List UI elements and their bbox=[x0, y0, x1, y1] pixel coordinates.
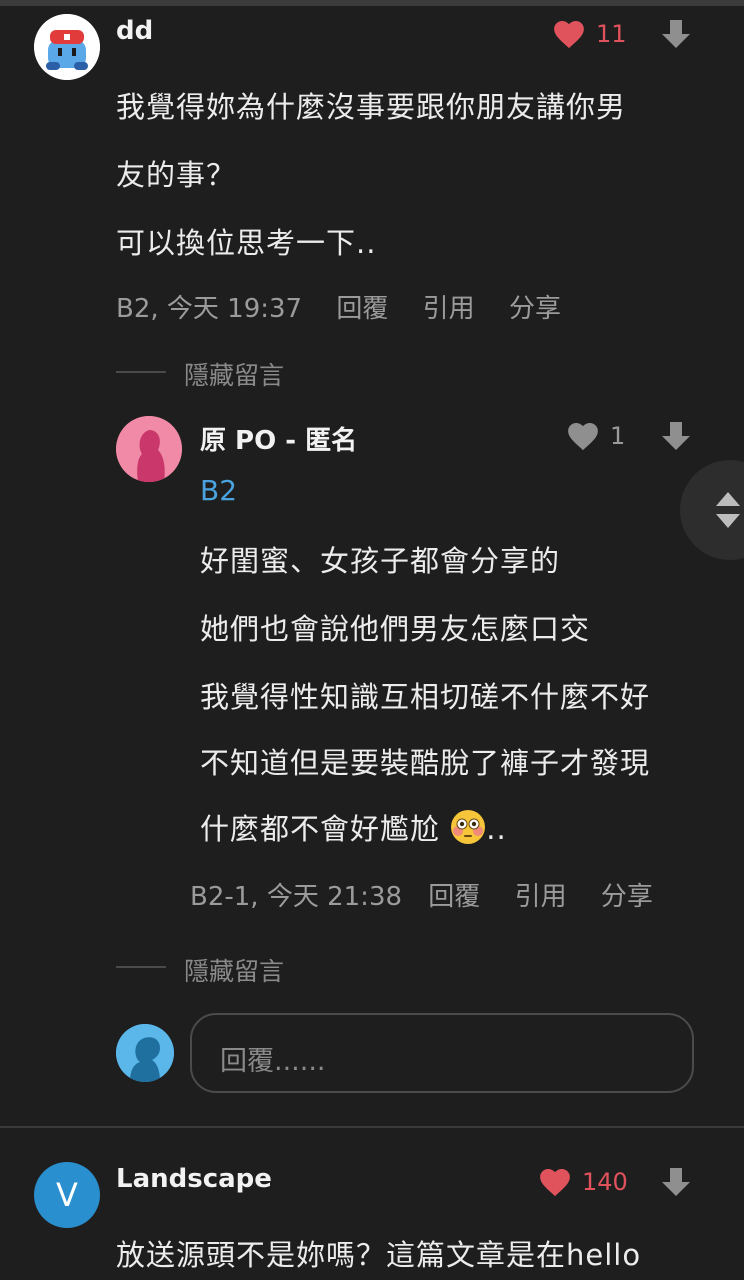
heart-icon bbox=[540, 1168, 570, 1197]
username[interactable]: 原 PO - 匿名 bbox=[200, 420, 357, 457]
like-count: 11 bbox=[596, 20, 627, 48]
scroll-arrows-icon bbox=[716, 492, 740, 528]
quote-link[interactable]: 引用 bbox=[423, 294, 475, 324]
reply-line-ellipsis: .. bbox=[486, 812, 507, 846]
reply-input[interactable]: 回覆...... bbox=[190, 1013, 694, 1093]
like-button[interactable]: 140 bbox=[538, 1166, 638, 1200]
reply-line-text: 什麼都不會好尷尬 bbox=[200, 812, 441, 846]
hidden-divider-line bbox=[116, 371, 166, 373]
avatar-dd[interactable] bbox=[34, 14, 100, 80]
top-bar bbox=[0, 0, 744, 6]
comment-line: 可以換位思考一下.. bbox=[116, 226, 377, 260]
reply-line: 好閨蜜、女孩子都會分享的 bbox=[200, 544, 561, 578]
heart-icon bbox=[568, 422, 598, 451]
comment-line: 放送源頭不是妳嗎？這篇文章是在hello bbox=[116, 1238, 642, 1272]
heart-icon bbox=[554, 20, 584, 49]
comment-line: 我覺得妳為什麼沒事要跟你朋友講你男 bbox=[116, 90, 627, 124]
floor-tag-link[interactable]: B2 bbox=[200, 474, 237, 507]
reply-placeholder: 回覆...... bbox=[220, 1046, 326, 1077]
username[interactable]: dd bbox=[116, 16, 153, 46]
quote-link[interactable]: 引用 bbox=[515, 882, 567, 912]
reply-line: 她們也會說他們男友怎麼口交 bbox=[200, 612, 591, 646]
like-count: 1 bbox=[610, 422, 626, 450]
username[interactable]: Landscape bbox=[116, 1164, 272, 1194]
share-link[interactable]: 分享 bbox=[509, 294, 561, 324]
avatar-landscape[interactable]: V bbox=[34, 1162, 100, 1228]
comment-line: 友的事？ bbox=[116, 158, 237, 192]
flushed-face-emoji bbox=[451, 810, 486, 844]
hide-comments-toggle[interactable]: 隱藏留言 bbox=[184, 952, 284, 988]
avatar-letter: V bbox=[56, 1176, 78, 1214]
reply-link[interactable]: 回覆 bbox=[428, 882, 480, 912]
hidden-divider-line bbox=[116, 966, 166, 968]
share-link[interactable]: 分享 bbox=[601, 882, 653, 912]
reply-line-last: 什麼都不會好尷尬 .. bbox=[200, 806, 507, 848]
scroll-toggle-button[interactable] bbox=[680, 460, 744, 560]
reply-meta: B2-1, 今天 21:38 回覆 引用 分享 bbox=[190, 876, 679, 913]
downvote-icon[interactable] bbox=[660, 420, 692, 452]
downvote-icon[interactable] bbox=[660, 1166, 692, 1198]
like-count: 140 bbox=[582, 1168, 628, 1196]
reply-line: 我覺得性知識互相切磋不什麼不好 bbox=[200, 680, 651, 714]
current-user-avatar bbox=[116, 1024, 174, 1082]
reply-link[interactable]: 回覆 bbox=[336, 294, 388, 324]
reply-line: 不知道但是要裝酷脫了褲子才發現 bbox=[200, 746, 651, 780]
like-button[interactable]: 11 bbox=[552, 18, 634, 52]
floor-time: B2-1, 今天 21:38 bbox=[190, 882, 403, 912]
downvote-icon[interactable] bbox=[660, 18, 692, 50]
floor-time: B2, 今天 19:37 bbox=[116, 294, 303, 324]
comment-meta: B2, 今天 19:37 回覆 引用 分享 bbox=[116, 288, 587, 325]
avatar-anonymous[interactable] bbox=[116, 416, 182, 482]
hide-comments-toggle[interactable]: 隱藏留言 bbox=[184, 356, 284, 392]
like-button[interactable]: 1 bbox=[566, 420, 626, 454]
comment-divider bbox=[0, 1126, 744, 1128]
